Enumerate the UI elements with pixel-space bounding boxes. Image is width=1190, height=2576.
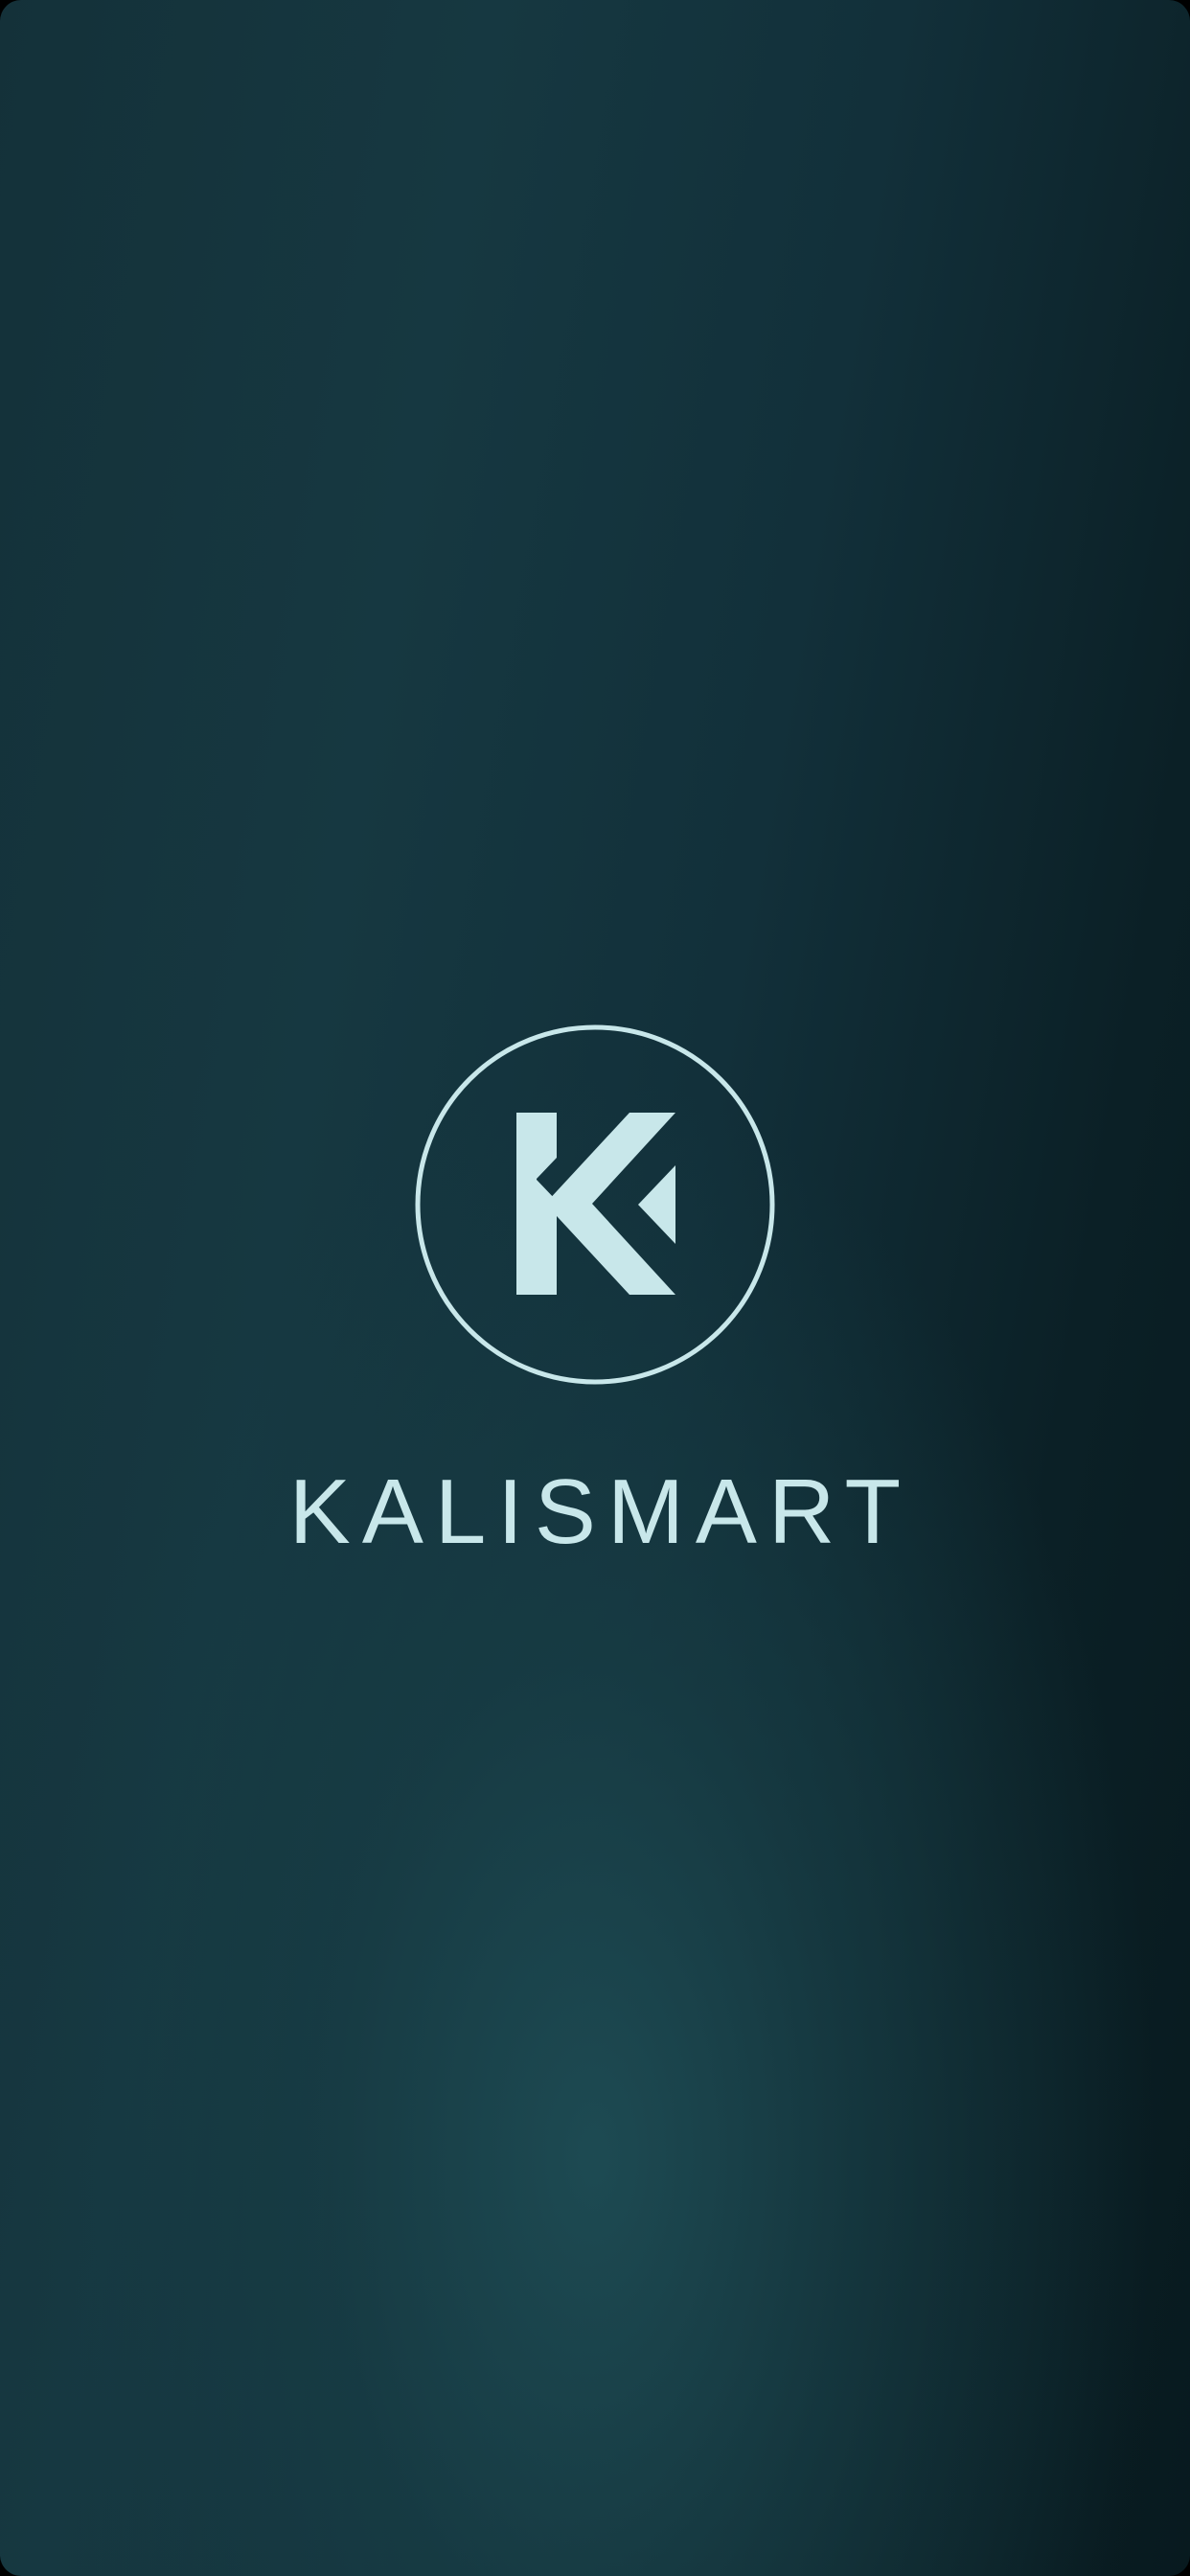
logo-chevron-small [638,1165,675,1244]
logo-ring [415,1024,775,1385]
splash-brand-block: KALISMART [0,1024,1190,1558]
splash-screen: KALISMART [0,0,1190,2576]
brand-name: KALISMART [288,1460,913,1563]
k-chevron-logo-icon [415,1024,775,1385]
